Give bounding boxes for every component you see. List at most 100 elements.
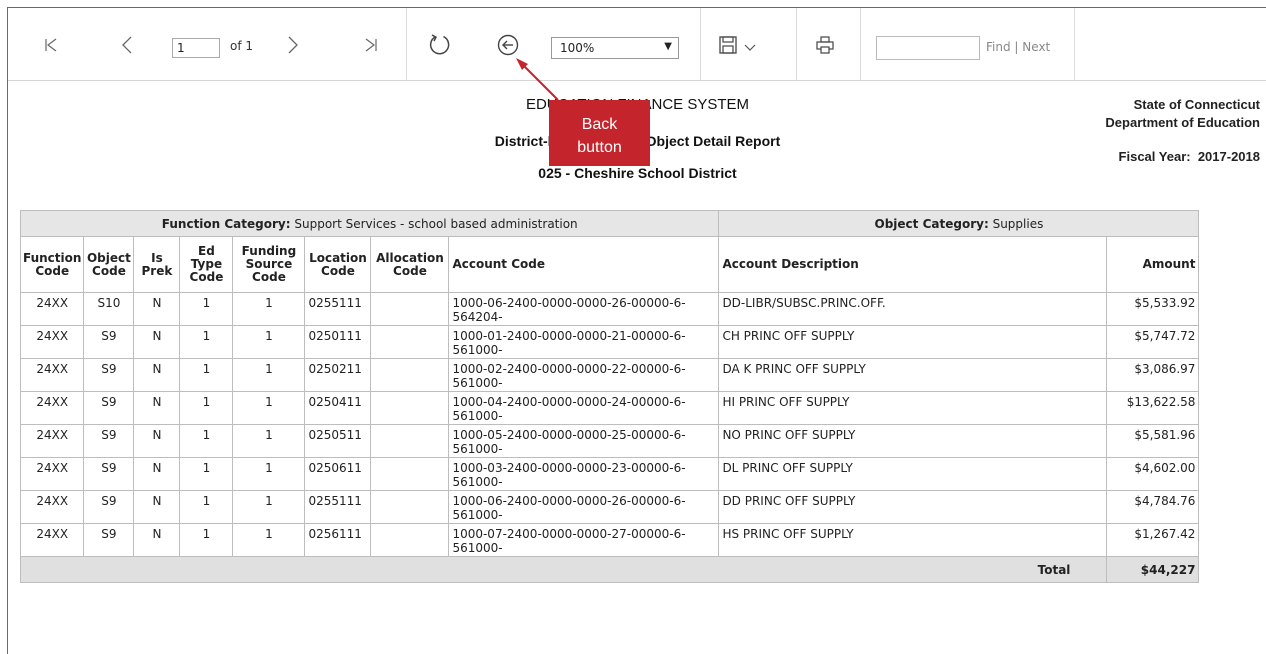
column-header-account-code[interactable]: Account Code	[448, 236, 720, 293]
last-page-button[interactable]	[356, 8, 386, 81]
fiscal-year-label: Fiscal Year:	[1118, 149, 1191, 164]
refresh-icon	[429, 33, 450, 54]
cell-is-prek: N	[133, 391, 181, 425]
cell-funding-source-code: 1	[232, 292, 306, 326]
cell-account-code: 1000-04-2400-0000-0000-24-00000-6- 561000…	[448, 391, 720, 425]
next-link[interactable]: Next	[1022, 40, 1050, 54]
zoom-select[interactable]: 100% ▼	[551, 37, 679, 59]
cell-allocation-code	[370, 523, 450, 557]
column-header-is-prek[interactable]: Is Prek	[133, 236, 181, 293]
cell-object-code: S9	[83, 523, 135, 557]
cell-is-prek: N	[133, 292, 181, 326]
column-header-location-code[interactable]: Location Code	[304, 236, 372, 293]
column-header-function-code[interactable]: Function Code	[19, 236, 85, 293]
column-header-object-code[interactable]: Object Code	[83, 236, 135, 293]
toolbar-divider	[700, 8, 701, 81]
first-page-button[interactable]	[36, 8, 66, 81]
cell-function-code: 24XX	[19, 325, 85, 359]
cell-funding-source-code: 1	[232, 325, 306, 359]
cell-location-code: 0256111	[304, 523, 372, 557]
cell-is-prek: N	[133, 523, 181, 557]
cell-object-code: S9	[83, 391, 135, 425]
table-body: 24XX S10 N 1 1 0255111 1000-06-2400-0000-0000-…	[19, 292, 1200, 557]
department-name: Department of Education	[1105, 115, 1260, 130]
find-links: Find | Next	[986, 40, 1050, 54]
cell-function-code: 24XX	[19, 292, 85, 326]
cell-function-code: 24XX	[19, 457, 85, 491]
account-code-line-2: 561000-	[452, 475, 503, 489]
zoom-value: 100%	[560, 41, 595, 55]
cell-funding-source-code: 1	[232, 391, 306, 425]
cell-amount: $13,622.58	[1106, 391, 1200, 425]
cell-object-code: S9	[83, 325, 135, 359]
cell-location-code: 0255111	[304, 490, 372, 524]
cell-location-code: 0250611	[304, 457, 372, 491]
toolbar-divider	[406, 8, 407, 81]
column-header-row: Function Code Object Code Is Prek Ed Typ…	[19, 236, 1200, 293]
cell-amount: $1,267.42	[1106, 523, 1200, 557]
fiscal-year: Fiscal Year: 2017-2018	[1119, 149, 1260, 164]
cell-account-description: DD PRINC OFF SUPPLY	[718, 490, 1108, 524]
column-header-funding-source-code[interactable]: Funding Source Code	[232, 236, 306, 293]
cell-account-description: NO PRINC OFF SUPPLY	[718, 424, 1108, 458]
toolbar-divider	[796, 8, 797, 81]
cell-allocation-code	[370, 358, 450, 392]
cell-is-prek: N	[133, 325, 181, 359]
dropdown-caret-icon: ▼	[664, 41, 672, 52]
toolbar-divider	[1074, 8, 1075, 81]
cell-is-prek: N	[133, 490, 181, 524]
cell-object-code: S9	[83, 358, 135, 392]
cell-location-code: 0250111	[304, 325, 372, 359]
cell-location-code: 0250411	[304, 391, 372, 425]
next-page-button[interactable]	[278, 8, 308, 81]
callout-line-1: Back	[581, 116, 618, 133]
cell-object-code: S9	[83, 424, 135, 458]
cell-amount: $4,602.00	[1106, 457, 1200, 491]
find-link[interactable]: Find	[986, 40, 1011, 54]
function-category: Function Category: Support Services - sc…	[19, 210, 720, 237]
toolbar-divider	[860, 8, 861, 81]
total-label: Total	[19, 556, 1108, 583]
cell-account-description: DL PRINC OFF SUPPLY	[718, 457, 1108, 491]
cell-funding-source-code: 1	[232, 523, 306, 557]
account-code-line-1: 1000-02-2400-0000-0000-22-00000-6-	[452, 362, 686, 376]
column-header-allocation-code[interactable]: Allocation Code	[370, 236, 450, 293]
cell-allocation-code	[370, 325, 450, 359]
column-header-ed-type-code[interactable]: Ed Type Code	[179, 236, 234, 293]
account-code-line-1: 1000-03-2400-0000-0000-23-00000-6-	[452, 461, 686, 475]
cell-is-prek: N	[133, 424, 181, 458]
account-code-line-1: 1000-01-2400-0000-0000-21-00000-6-	[452, 329, 686, 343]
column-header-account-description[interactable]: Account Description	[718, 236, 1108, 293]
function-category-value: Support Services - school based administ…	[294, 216, 578, 231]
print-button[interactable]	[808, 8, 842, 81]
table-row: 24XX S9 N 1 1 0250411 1000-04-2400-0000-0000-2…	[19, 391, 1200, 425]
page-number-input[interactable]	[172, 38, 220, 58]
table-row: 24XX S9 N 1 1 0255111 1000-06-2400-0000-0000-2…	[19, 490, 1200, 524]
cell-function-code: 24XX	[19, 490, 85, 524]
export-button[interactable]	[714, 8, 760, 81]
cell-amount: $5,581.96	[1106, 424, 1200, 458]
cell-is-prek: N	[133, 358, 181, 392]
account-code-line-2: 564204-	[452, 310, 503, 324]
column-header-amount[interactable]: Amount	[1106, 236, 1200, 293]
cell-account-description: CH PRINC OFF SUPPLY	[718, 325, 1108, 359]
chevron-down-icon	[744, 44, 756, 51]
account-code-line-1: 1000-05-2400-0000-0000-25-00000-6-	[452, 428, 686, 442]
last-page-icon	[365, 38, 377, 51]
cell-account-description: DA K PRINC OFF SUPPLY	[718, 358, 1108, 392]
save-disk-icon	[719, 35, 737, 54]
cell-amount: $5,747.72	[1106, 325, 1200, 359]
refresh-button[interactable]	[422, 8, 458, 81]
account-code-line-2: 561000-	[452, 442, 503, 456]
previous-page-button[interactable]	[112, 8, 142, 81]
cell-allocation-code	[370, 292, 450, 326]
find-input[interactable]	[876, 36, 980, 60]
total-value: $44,227	[1106, 556, 1200, 583]
chevron-left-icon	[122, 36, 132, 53]
cell-ed-type-code: 1	[179, 490, 234, 524]
back-button-callout: Back button	[549, 100, 650, 166]
cell-funding-source-code: 1	[232, 490, 306, 524]
cell-location-code: 0255111	[304, 292, 372, 326]
table-row: 24XX S9 N 1 1 0250111 1000-01-2400-0000-0000-2…	[19, 325, 1200, 359]
cell-ed-type-code: 1	[179, 424, 234, 458]
